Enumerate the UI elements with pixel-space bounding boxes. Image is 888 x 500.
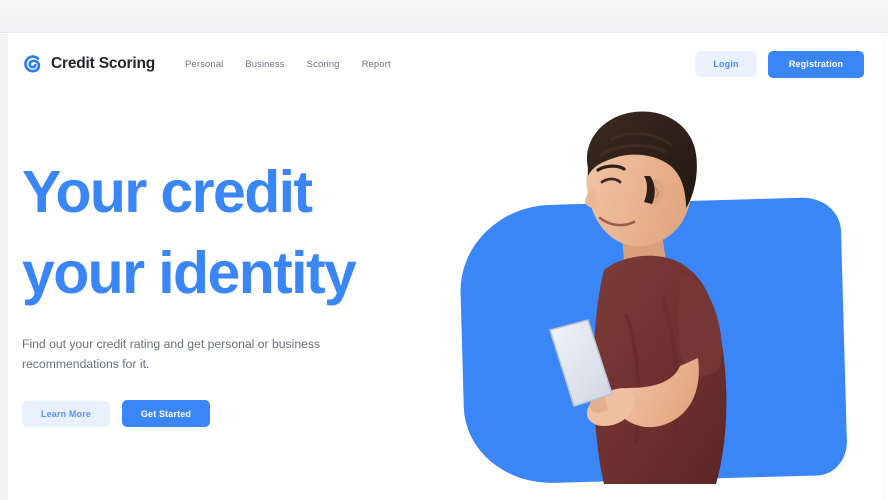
hero-illustration: Your credit scoring 792 Good [440,84,888,500]
brand-logo[interactable]: Credit Scoring [22,54,155,75]
hero-cta-row: Learn More Get Started [22,400,452,428]
hero-text-column: Your credit your identity Find out your … [22,152,452,428]
page-viewport: Credit Scoring Personal Business Scoring… [0,34,888,500]
hero-subtext: Find out your credit rating and get pers… [22,336,321,371]
nav-item-report[interactable]: Report [362,59,391,70]
credit-score-spiral-icon [24,54,41,73]
learn-more-button[interactable]: Learn More [22,400,110,427]
young-man-using-phone-photo [530,84,800,484]
header-actions: Login Registration [695,50,864,78]
primary-nav: Personal Business Scoring Report [185,59,391,70]
get-started-button[interactable]: Get Started [122,400,210,428]
login-button[interactable]: Login [695,51,757,77]
registration-button[interactable]: Registration [768,50,864,78]
nav-item-personal[interactable]: Personal [185,59,223,70]
browser-chrome-bar [0,0,888,33]
hero-headline-line-2: your identity [22,240,357,307]
brand-name: Credit Scoring [51,55,155,72]
hero-headline-line-1: Your credit [22,159,313,225]
hero-headline: Your credit your identity [22,152,452,315]
nav-item-scoring[interactable]: Scoring [307,59,340,70]
page-gutter-left [0,34,8,500]
nav-item-business[interactable]: Business [245,59,284,70]
